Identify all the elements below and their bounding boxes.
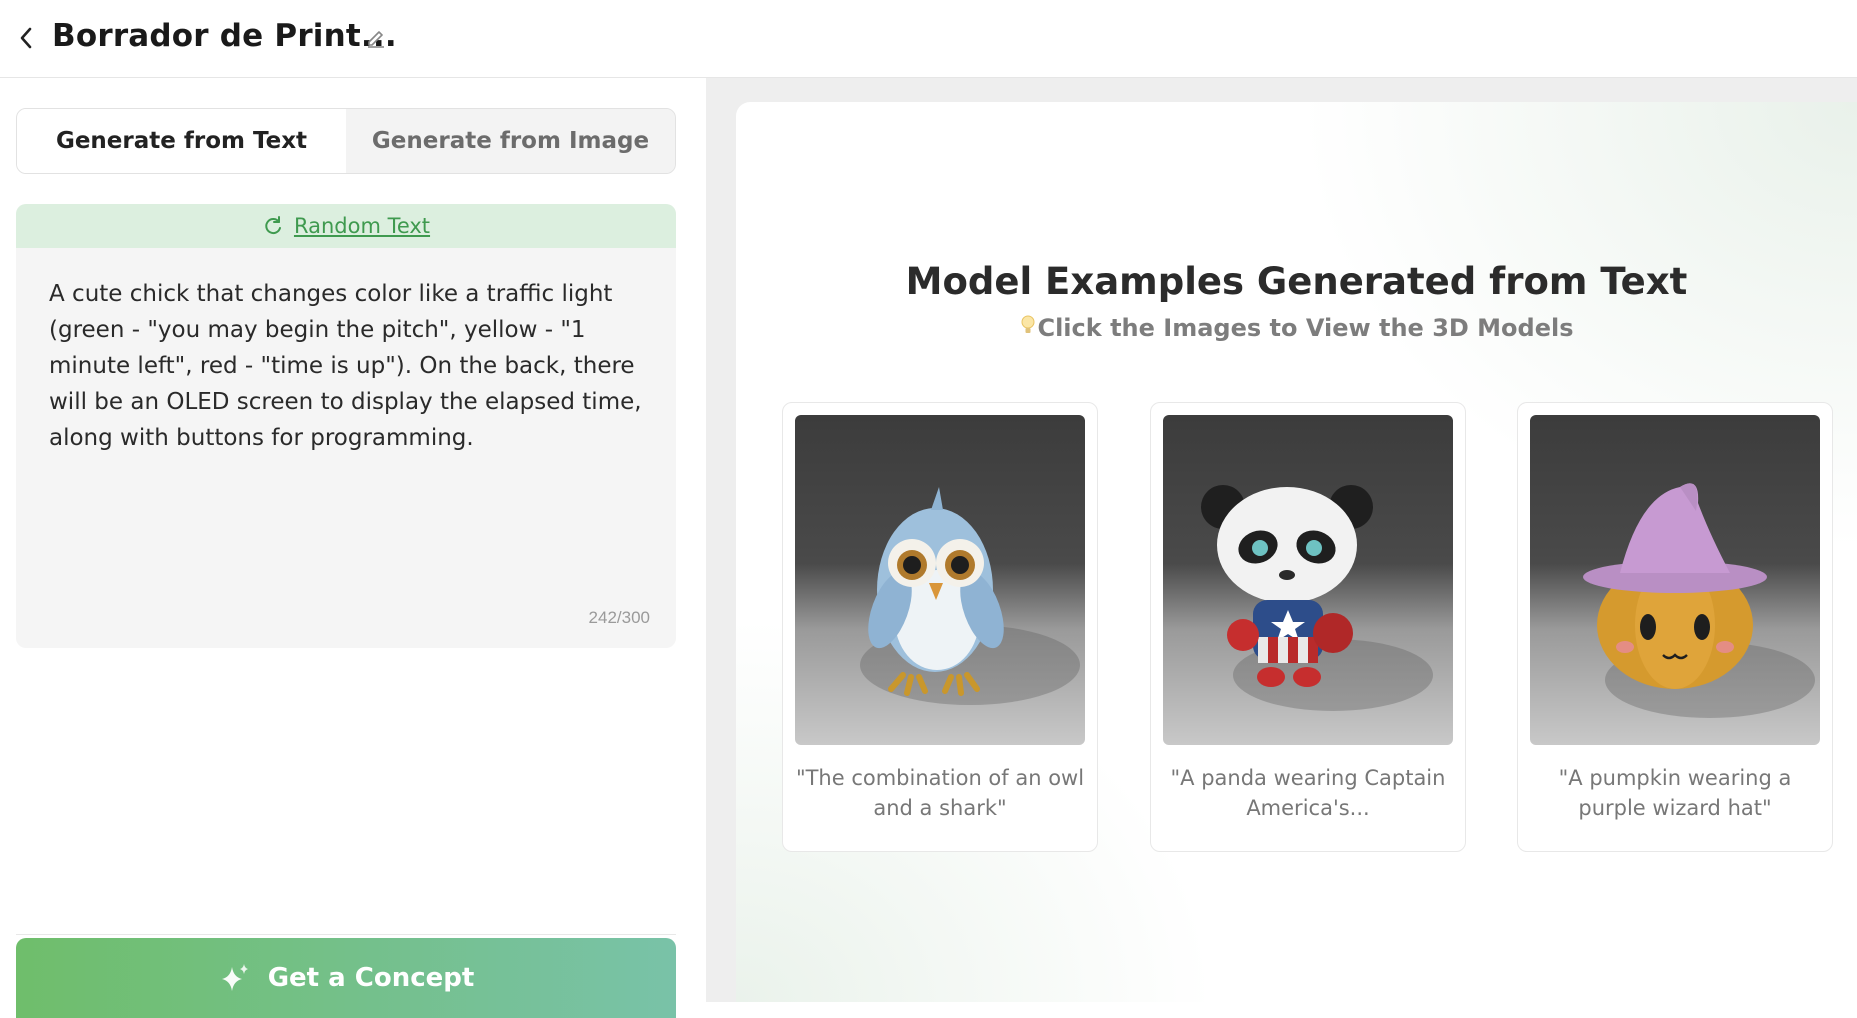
left-panel: Generate from Text Generate from Image R…	[0, 78, 706, 1018]
owl-figure	[860, 487, 1080, 705]
card-caption: "A panda wearing Captain America's...	[1170, 766, 1446, 820]
random-text-label: Random Text	[293, 214, 431, 238]
edit-title-button[interactable]	[364, 25, 388, 49]
pumpkin-model-image[interactable]	[1530, 415, 1820, 745]
card-caption: "A pumpkin wearing a purple wizard hat"	[1558, 766, 1792, 820]
lightbulb-icon	[1021, 315, 1035, 333]
get-concept-label: Get a Concept	[267, 963, 475, 993]
panda-model-image[interactable]	[1163, 415, 1453, 745]
tab-generate-from-image[interactable]: Generate from Image	[346, 109, 675, 173]
prompt-textarea[interactable]: A cute chick that changes color like a t…	[49, 276, 649, 456]
examples-panel: Model Examples Generated from Text Click…	[736, 102, 1857, 1002]
divider	[16, 934, 676, 935]
page-title: Borrador de Print...	[52, 18, 397, 54]
generation-tabs: Generate from Text Generate from Image	[16, 108, 676, 174]
back-button[interactable]	[14, 22, 38, 54]
panda-figure	[1201, 485, 1433, 711]
card-caption: "The combination of an owl and a shark"	[795, 766, 1085, 820]
example-card-owl[interactable]: "The combination of an owl and a shark"	[782, 402, 1098, 852]
char-count: 242/300	[588, 608, 650, 627]
refresh-icon	[265, 216, 281, 235]
owl-model-image[interactable]	[795, 415, 1085, 745]
prompt-box: Random Text A cute chick that changes co…	[16, 204, 676, 648]
get-concept-button[interactable]: Get a Concept	[16, 938, 676, 1018]
top-bar: Borrador de Print...	[0, 0, 1857, 78]
random-text-button[interactable]: Random Text	[16, 204, 676, 248]
pencil-icon	[368, 31, 384, 48]
pumpkin-figure	[1583, 483, 1815, 718]
example-card-panda[interactable]: "A panda wearing Captain America's...	[1150, 402, 1466, 852]
chevron-left-icon	[20, 27, 32, 49]
subheading-text: Click the Images to View the 3D Models	[1037, 314, 1574, 342]
examples-subheading: Click the Images to View the 3D Models	[736, 314, 1857, 342]
tab-generate-from-text[interactable]: Generate from Text	[17, 109, 346, 173]
example-card-pumpkin[interactable]: "A pumpkin wearing a purple wizard hat"	[1517, 402, 1833, 852]
examples-heading: Model Examples Generated from Text	[905, 260, 1688, 303]
sparkle-icon	[221, 964, 248, 991]
